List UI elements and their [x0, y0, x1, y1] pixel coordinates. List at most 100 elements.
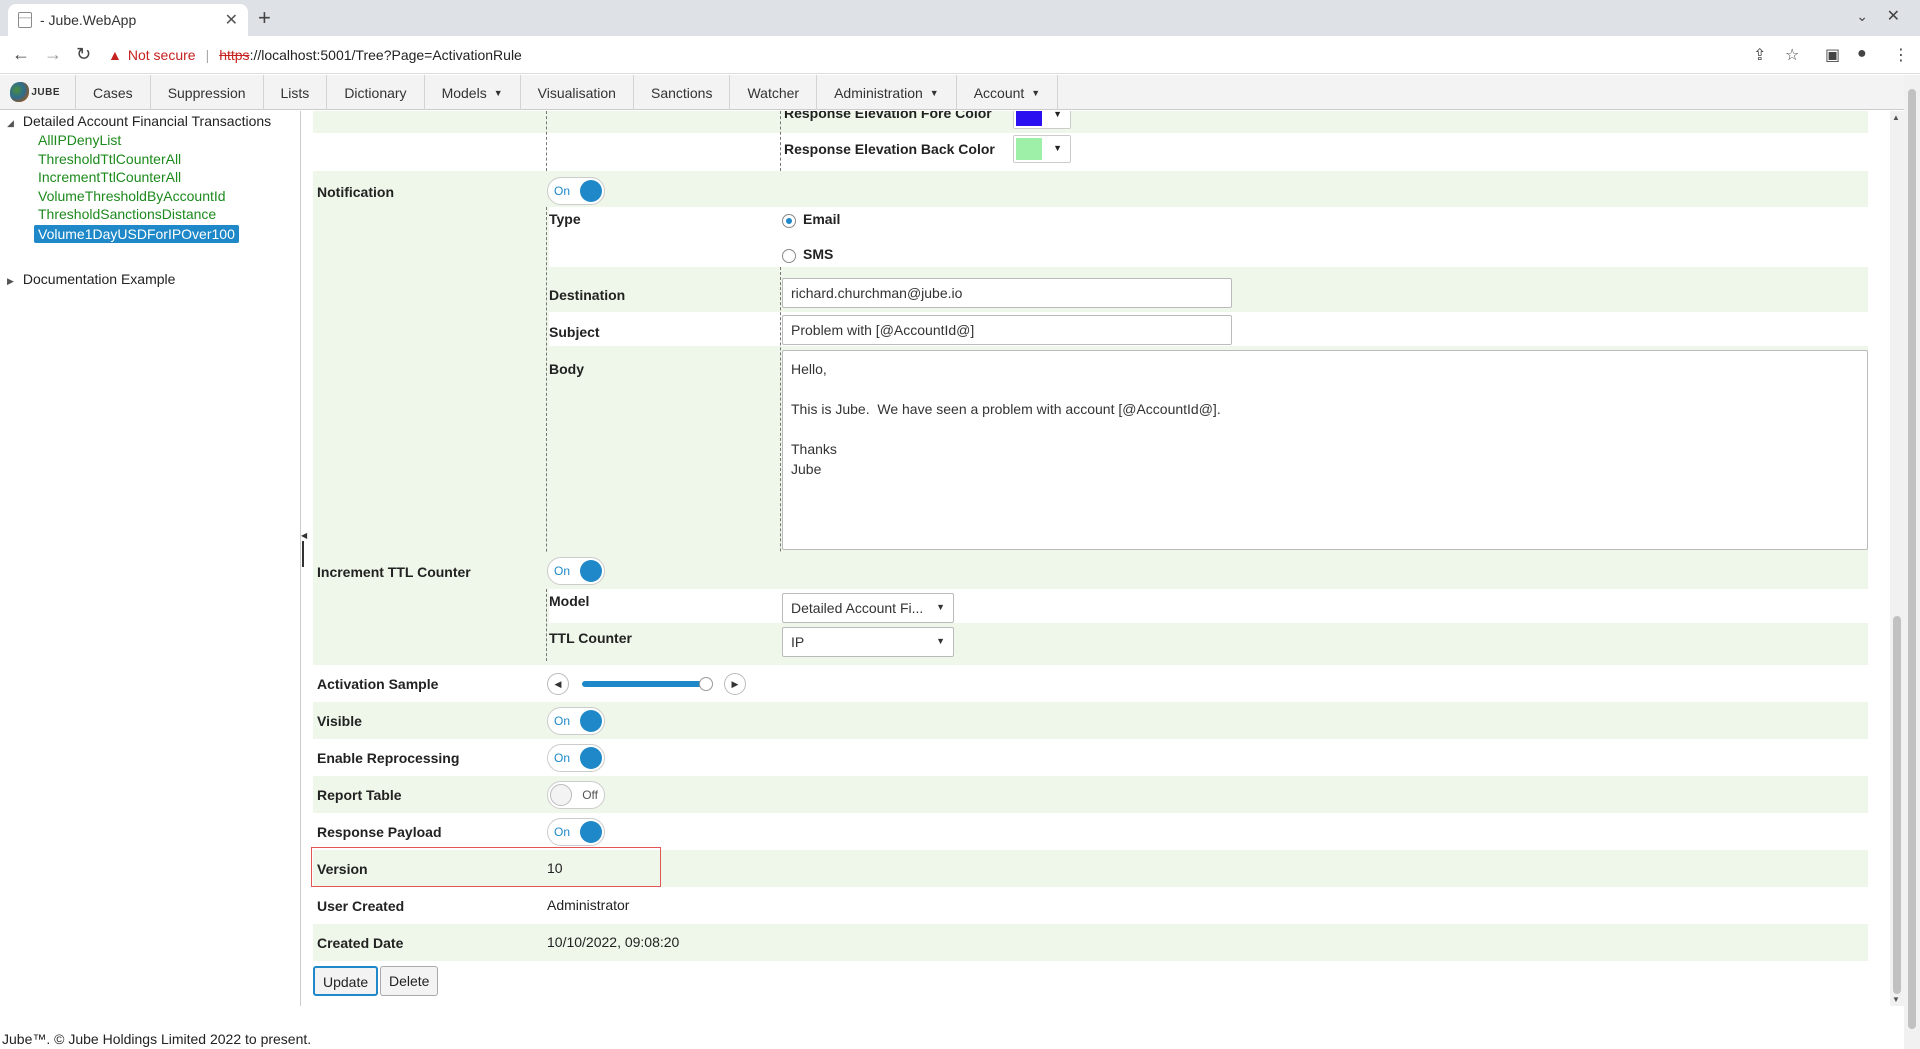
type-sms-radio[interactable]: [782, 249, 796, 263]
destination-label: Destination: [549, 287, 626, 303]
tree-item[interactable]: IncrementTtlCounterAll: [38, 169, 181, 185]
type-sms-label[interactable]: SMS: [803, 246, 833, 262]
tab-search-chevron-icon[interactable]: ⌄: [1856, 8, 1868, 25]
nav-dictionary[interactable]: Dictionary: [326, 75, 423, 110]
tree-item[interactable]: ThresholdTtlCounterAll: [38, 151, 181, 167]
fore-color-swatch: [1016, 111, 1042, 126]
reload-icon[interactable]: ↻: [76, 44, 91, 65]
chevron-down-icon: ▼: [936, 636, 945, 646]
side-panel-icon[interactable]: ▣: [1825, 45, 1840, 65]
collapse-panel-icon[interactable]: ◀: [301, 531, 307, 540]
toggle-state: Off: [582, 788, 598, 802]
model-tree: ◢ Detailed Account Financial Transaction…: [1, 111, 301, 1006]
model-row: Model Detailed Account Fi... ▼: [549, 589, 1868, 623]
scroll-up-icon[interactable]: ▲: [1892, 113, 1900, 122]
nav-models[interactable]: Models ▼: [423, 75, 520, 110]
body-textarea[interactable]: Hello, This is Jube. We have seen a prob…: [782, 350, 1868, 550]
tree-item[interactable]: VolumeThresholdByAccountId: [38, 188, 226, 204]
version-highlight-box: [311, 847, 661, 887]
page-scrollbar-thumb[interactable]: [1908, 89, 1916, 1029]
slider-thumb[interactable]: [698, 677, 713, 691]
splitter-grip[interactable]: [302, 541, 305, 567]
tree-root-node[interactable]: ▶ Documentation Example: [7, 271, 175, 287]
tree-root-label[interactable]: Documentation Example: [23, 271, 176, 287]
tree-item[interactable]: ThresholdSanctionsDistance: [38, 206, 216, 222]
tree-root-node[interactable]: ◢ Detailed Account Financial Transaction…: [7, 113, 271, 129]
report-table-row: Report Table Off: [313, 776, 1868, 813]
nav-watcher[interactable]: Watcher: [729, 75, 816, 110]
response-payload-row: Response Payload On: [313, 813, 1868, 850]
tab-close-icon[interactable]: ✕: [225, 10, 238, 30]
bookmark-star-icon[interactable]: ☆: [1785, 45, 1799, 65]
destination-input[interactable]: richard.churchman@jube.io: [782, 278, 1232, 308]
browser-menu-icon[interactable]: ⋮: [1893, 45, 1909, 65]
toggle-knob: [580, 821, 602, 843]
tree-item[interactable]: AllIPDenyList: [38, 132, 121, 148]
nav-account[interactable]: Account ▼: [955, 75, 1059, 110]
visible-row: Visible On: [313, 702, 1868, 739]
report-table-label: Report Table: [317, 787, 402, 803]
browser-tab[interactable]: - Jube.WebApp ✕: [8, 4, 248, 36]
panel-splitter[interactable]: ◀: [301, 111, 307, 1006]
ttl-counter-select[interactable]: IP ▼: [782, 627, 954, 657]
subject-input[interactable]: Problem with [@AccountId@]: [782, 315, 1232, 345]
nav-label: Models: [441, 84, 487, 101]
nav-lists[interactable]: Lists: [262, 75, 327, 110]
toggle-state: On: [554, 751, 571, 765]
jube-logo[interactable]: JUBE: [10, 81, 60, 103]
back-color-picker[interactable]: ▼: [1013, 135, 1071, 163]
back-icon[interactable]: ←: [12, 44, 30, 65]
tree-collapsed-icon[interactable]: ▶: [7, 276, 19, 287]
body-label: Body: [549, 361, 584, 377]
profile-avatar-icon[interactable]: ●: [1857, 45, 1867, 63]
toggle-knob: [580, 560, 602, 582]
scroll-down-icon[interactable]: ▼: [1892, 995, 1900, 1004]
enable-reprocessing-toggle[interactable]: On: [547, 744, 605, 772]
tree-item[interactable]: Volume1DayUSDForIPOver100: [34, 224, 239, 243]
nav-label: Administration: [834, 84, 923, 101]
fore-color-picker[interactable]: ▼: [1013, 111, 1071, 129]
nav-administration[interactable]: Administration ▼: [816, 75, 956, 110]
visible-toggle[interactable]: On: [547, 707, 605, 735]
section-divider: [546, 111, 547, 171]
type-email-label[interactable]: Email: [803, 211, 840, 227]
update-button[interactable]: Update: [313, 966, 379, 996]
slider-decrement-icon[interactable]: ◀: [547, 673, 569, 695]
body-row: Body Hello, This is Jube. We have seen a…: [549, 349, 1868, 559]
window-close-icon[interactable]: ✕: [1887, 6, 1900, 26]
ttl-counter-label: TTL Counter: [549, 630, 632, 646]
toggle-state: On: [554, 184, 571, 198]
nav-sanctions[interactable]: Sanctions: [632, 75, 729, 110]
report-table-toggle[interactable]: Off: [547, 781, 605, 809]
model-select[interactable]: Detailed Account Fi... ▼: [782, 593, 954, 623]
fore-color-label: Response Elevation Fore Color: [784, 111, 992, 121]
destination-row: Destination richard.churchman@jube.io: [549, 275, 1868, 309]
delete-button[interactable]: Delete: [380, 966, 439, 996]
form-scrollbar[interactable]: ▲ ▼: [1890, 111, 1904, 1006]
url-path: :5001/Tree?Page=ActivationRule: [316, 47, 522, 63]
nav-label: Cases: [93, 84, 133, 101]
browser-tabstrip: - Jube.WebApp ✕ + ⌄ ✕: [0, 0, 1920, 36]
nav-cases[interactable]: Cases: [75, 75, 150, 110]
page-scrollbar[interactable]: [1904, 75, 1920, 1049]
form-scrollbar-thumb[interactable]: [1893, 616, 1901, 994]
nav-label: Visualisation: [537, 84, 616, 101]
response-payload-label: Response Payload: [317, 824, 442, 840]
section-divider: [546, 589, 547, 661]
toggle-knob: [550, 784, 572, 806]
slider-increment-icon[interactable]: ▶: [724, 673, 746, 695]
model-select-value: Detailed Account Fi...: [791, 600, 924, 616]
response-payload-toggle[interactable]: On: [547, 818, 605, 846]
address-bar[interactable]: ▲ Not secure | https ://localhost :5001/…: [108, 40, 1798, 70]
tree-root-label[interactable]: Detailed Account Financial Transactions: [23, 113, 271, 129]
nav-suppression[interactable]: Suppression: [149, 75, 263, 110]
not-secure-label: Not secure: [127, 47, 196, 63]
share-icon[interactable]: ⇪: [1753, 45, 1766, 65]
nav-visualisation[interactable]: Visualisation: [519, 75, 633, 110]
new-tab-icon[interactable]: +: [258, 5, 271, 31]
forward-icon[interactable]: →: [44, 44, 62, 65]
notification-toggle[interactable]: On: [547, 177, 605, 205]
increment-ttl-toggle[interactable]: On: [547, 557, 605, 585]
tree-expanded-icon[interactable]: ◢: [7, 118, 19, 129]
type-email-radio[interactable]: [782, 214, 796, 228]
